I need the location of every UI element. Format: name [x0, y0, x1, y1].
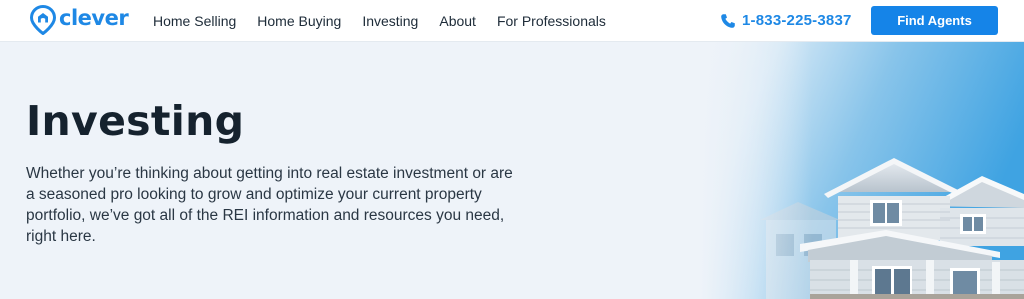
nav-link-for-professionals[interactable]: For Professionals: [497, 13, 606, 29]
map-pin-house-icon: [30, 5, 56, 35]
phone-icon: [721, 13, 735, 28]
page-title: Investing: [26, 97, 245, 145]
nav-link-investing[interactable]: Investing: [362, 13, 418, 29]
clever-logo[interactable]: clever: [30, 4, 129, 36]
hero-section: Investing Whether you’re thinking about …: [0, 42, 1024, 299]
nav-link-about[interactable]: About: [439, 13, 476, 29]
hero-description: Whether you’re thinking about getting in…: [26, 165, 513, 245]
phone-link[interactable]: 1-833-225-3837: [720, 0, 852, 41]
brand-name: clever: [59, 5, 129, 30]
house-photo: [700, 42, 1024, 299]
phone-number: 1-833-225-3837: [742, 12, 852, 29]
nav-link-home-selling[interactable]: Home Selling: [153, 13, 236, 29]
nav-link-home-buying[interactable]: Home Buying: [257, 13, 341, 29]
main-nav: Home Selling Home Buying Investing About…: [153, 0, 627, 41]
top-navigation: clever Home Selling Home Buying Investin…: [0, 0, 1024, 42]
find-agents-button[interactable]: Find Agents: [871, 6, 998, 35]
house-illustration: [700, 42, 1024, 299]
